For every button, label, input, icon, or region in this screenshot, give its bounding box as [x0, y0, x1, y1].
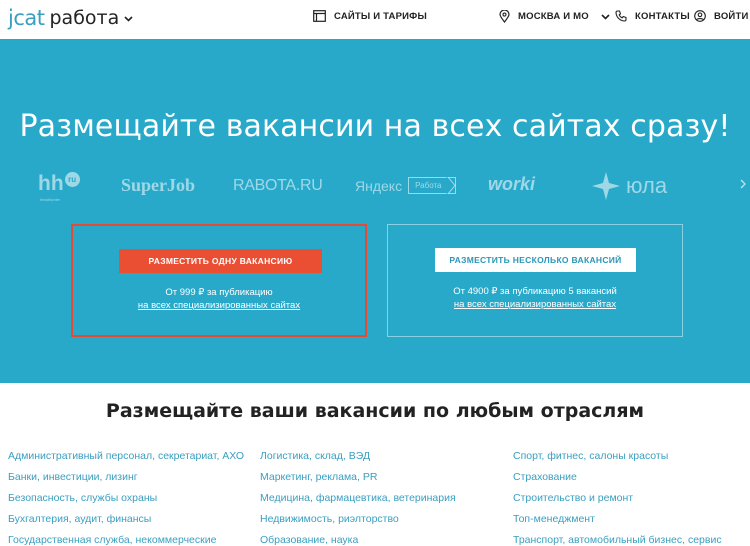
login-label: ВОЙТИ: [714, 10, 749, 22]
industries-column-2: Логистика, склад, ВЭД Маркетинг, реклама…: [260, 450, 456, 546]
rabota-ru-logo: RABOTA.RU: [233, 177, 323, 194]
browser-window-icon: [313, 10, 326, 22]
multiple-vacancies-box: РАЗМЕСТИТЬ НЕСКОЛЬКО ВАКАНСИЙ От 4900 ₽ …: [387, 224, 683, 337]
industry-link[interactable]: Банки, инвестиции, лизинг: [8, 471, 244, 492]
logo[interactable]: jcat работа: [8, 6, 133, 30]
yula-logo: юла: [592, 172, 667, 200]
post-multiple-vacancies-button[interactable]: РАЗМЕСТИТЬ НЕСКОЛЬКО ВАКАНСИЙ: [435, 248, 636, 272]
industry-link[interactable]: Бухгалтерия, аудит, финансы: [8, 513, 244, 534]
hero-title: Размещайте вакансии на всех сайтах сразу…: [19, 109, 731, 144]
hh-logo-sub: headhunter: [40, 197, 61, 202]
star-icon: [592, 172, 620, 200]
logo-jcat: jcat: [8, 6, 45, 30]
industry-link[interactable]: Транспорт, автомобильный бизнес, сервис: [513, 534, 722, 546]
tag-arrow-icon: [445, 177, 456, 194]
industry-link[interactable]: Логистика, склад, ВЭД: [260, 450, 456, 471]
user-icon: [694, 10, 706, 22]
login-link[interactable]: ВОЙТИ: [694, 10, 748, 22]
industry-link[interactable]: Недвижимость, риэлторство: [260, 513, 456, 534]
multiple-vacancies-price: От 4900 ₽ за публикацию 5 вакансий на вс…: [388, 285, 682, 311]
industry-link[interactable]: Спорт, фитнес, салоны красоты: [513, 450, 722, 471]
all-sites-link[interactable]: на всех специализированных сайтах: [388, 298, 682, 311]
yandex-logo-tag-text: Работа: [415, 181, 442, 190]
industry-link[interactable]: Страхование: [513, 471, 722, 492]
single-vacancy-box: РАЗМЕСТИТЬ ОДНУ ВАКАНСИЮ От 999 ₽ за пуб…: [71, 224, 367, 337]
hh-logo-ru: ru: [64, 172, 80, 187]
industry-link[interactable]: Безопасность, службы охраны: [8, 492, 244, 513]
city-selector[interactable]: МОСКВА И МО: [499, 10, 610, 23]
hh-logo-text: hh: [38, 172, 64, 195]
hh-logo: hh ru headhunter: [38, 172, 80, 202]
industries-title: Размещайте ваши вакансии по любым отрасл…: [105, 400, 645, 422]
industry-link[interactable]: Образование, наука: [260, 534, 456, 546]
all-sites-link[interactable]: на всех специализированных сайтах: [73, 299, 365, 312]
industries-column-3: Спорт, фитнес, салоны красоты Страховани…: [513, 450, 722, 546]
city-label: МОСКВА И МО: [518, 11, 589, 22]
single-vacancy-price-text: От 999 ₽ за публикацию: [165, 287, 273, 298]
post-single-vacancy-button[interactable]: РАЗМЕСТИТЬ ОДНУ ВАКАНСИЮ: [119, 249, 322, 273]
logo-rabota: работа: [49, 7, 120, 29]
industry-link[interactable]: Административный персонал, секретариат, …: [8, 450, 244, 471]
yandex-rabota-logo: Яндекс Работа: [355, 177, 456, 194]
multiple-vacancies-price-text: От 4900 ₽ за публикацию 5 вакансий: [453, 286, 617, 297]
yula-logo-text: юла: [626, 173, 668, 198]
carousel-next-icon[interactable]: [740, 179, 746, 189]
location-pin-icon: [499, 10, 510, 23]
nav-plans-label: САЙТЫ И ТАРИФЫ: [334, 10, 427, 22]
nav-contacts-link[interactable]: КОНТАКТЫ: [615, 10, 690, 22]
single-vacancy-price: От 999 ₽ за публикацию на всех специализ…: [73, 286, 365, 312]
industry-link[interactable]: Топ-менеджмент: [513, 513, 722, 534]
nav-contacts-label: КОНТАКТЫ: [635, 10, 690, 22]
hero-section: Размещайте вакансии на всех сайтах сразу…: [0, 39, 750, 383]
superjob-logo: SuperJob: [121, 175, 196, 195]
industry-link[interactable]: Строительство и ремонт: [513, 492, 722, 513]
job-sites-logos: hh ru headhunter SuperJob RABOTA.RU Яндек…: [0, 169, 750, 209]
industries-column-1: Административный персонал, секретариат, …: [8, 450, 244, 546]
industry-link[interactable]: Государственная служба, некоммерческие: [8, 534, 244, 546]
chevron-down-icon: [601, 13, 610, 20]
yandex-logo-tag: Работа: [408, 177, 456, 194]
phone-icon: [615, 10, 627, 22]
nav-plans-link[interactable]: САЙТЫ И ТАРИФЫ: [313, 10, 427, 22]
yandex-logo-text: Яндекс: [355, 177, 403, 194]
chevron-down-icon: [124, 16, 133, 22]
worki-logo: worki: [488, 174, 536, 194]
industry-link[interactable]: Маркетинг, реклама, PR: [260, 471, 456, 492]
industry-link[interactable]: Медицина, фармацевтика, ветеринария: [260, 492, 456, 513]
top-header: jcat работа САЙТЫ И ТАРИФЫ МОСКВА И МО К…: [0, 0, 750, 38]
